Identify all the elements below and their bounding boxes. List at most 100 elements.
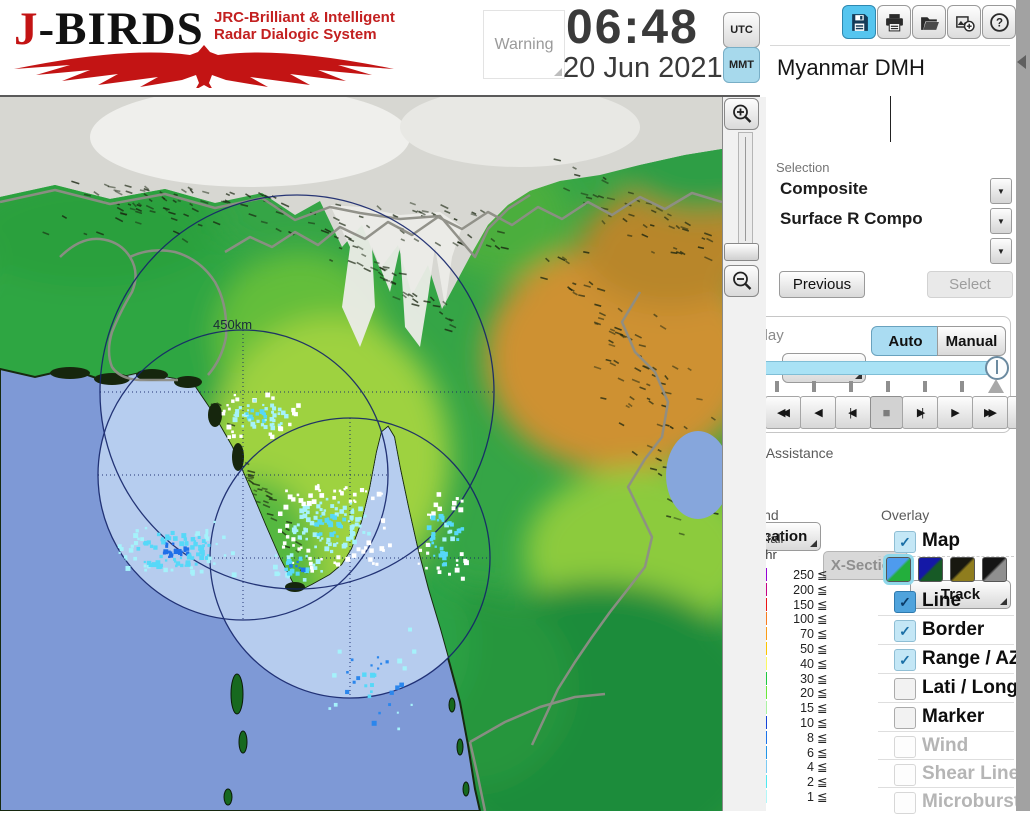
overlay-item-marker[interactable]: Marker xyxy=(880,706,1013,730)
step-forward-button[interactable]: ▶| xyxy=(902,396,938,429)
timezone-utc-button[interactable]: UTC xyxy=(723,12,760,48)
capture-icon xyxy=(954,12,975,33)
forward-fast-button[interactable]: ▶▶ xyxy=(972,396,1008,429)
chevron-down-icon[interactable]: ▼ xyxy=(990,208,1012,234)
slider-tick xyxy=(849,381,853,392)
header-split-line xyxy=(890,96,891,142)
legend-value: 1 xyxy=(770,790,814,804)
overlay-divider xyxy=(878,787,1014,788)
slider-tick xyxy=(775,381,779,392)
overlay-item-border[interactable]: ✓Border xyxy=(880,619,1013,643)
legend-leq-symbol: ≦ xyxy=(817,745,827,760)
overlay-item-map[interactable]: ✓ Map xyxy=(880,530,1013,554)
save-button[interactable] xyxy=(842,5,876,39)
rewind-fast-button[interactable]: ◀◀ xyxy=(765,396,801,429)
eagle-logo-graphic xyxy=(6,44,402,90)
print-button[interactable] xyxy=(877,5,911,39)
overlay-item-label: Wind xyxy=(922,735,968,757)
checkbox-checked-active[interactable]: ✓ xyxy=(894,591,916,613)
capture-button[interactable] xyxy=(947,5,981,39)
selection-dropdown-1[interactable]: Composite▼ xyxy=(776,178,1012,203)
overlay-item-microburst[interactable]: Microburst xyxy=(880,791,1013,815)
checkbox-disabled[interactable] xyxy=(894,764,916,786)
collapse-arrow-icon xyxy=(1017,55,1026,69)
checkbox-unchecked[interactable] xyxy=(894,707,916,729)
legend-value: 100 xyxy=(770,612,814,626)
checkbox-unchecked[interactable] xyxy=(894,678,916,700)
map-style-row xyxy=(886,557,1007,583)
select-button[interactable]: Select xyxy=(927,271,1013,298)
map-zoom-in-button[interactable] xyxy=(724,98,759,130)
overlay-divider xyxy=(878,644,1014,645)
svg-text:?: ? xyxy=(995,17,1002,29)
checkbox-checked[interactable]: ✓ xyxy=(894,531,916,553)
checkbox-checked[interactable]: ✓ xyxy=(894,620,916,642)
overlay-divider xyxy=(878,702,1014,703)
overlay-item-shear-line[interactable]: Shear Line xyxy=(880,763,1013,787)
chevron-down-icon[interactable]: ▼ xyxy=(990,178,1012,204)
magnifier-plus-icon xyxy=(731,103,753,125)
slider-tick xyxy=(812,381,816,392)
overlay-item-wind[interactable]: Wind xyxy=(880,735,1013,759)
legend-leq-symbol: ≦ xyxy=(817,715,827,730)
panel-collapse-strip[interactable] xyxy=(1016,0,1030,811)
checkbox-disabled[interactable] xyxy=(894,736,916,758)
step-back-button[interactable]: |◀ xyxy=(835,396,871,429)
map-style-swatch-4[interactable] xyxy=(982,557,1007,582)
timezone-mmt-button[interactable]: MMT xyxy=(723,47,760,83)
slider-tick xyxy=(886,381,890,392)
overlay-item-range-az[interactable]: ✓Range / AZ xyxy=(880,648,1013,672)
map-style-swatch-2[interactable] xyxy=(918,557,943,582)
overlay-item-lati-long[interactable]: Lati / Long xyxy=(880,677,1013,701)
range-marker-right[interactable] xyxy=(988,379,1004,393)
overlay-item-label: Marker xyxy=(922,706,984,728)
map-style-swatch-1[interactable] xyxy=(886,557,911,582)
replay-slider-track[interactable] xyxy=(740,361,998,375)
map-style-swatch-3[interactable] xyxy=(950,557,975,582)
clock-time: 06:48 xyxy=(566,0,699,55)
overlay-divider xyxy=(878,731,1014,732)
legend-leq-symbol: ≦ xyxy=(817,611,827,626)
legend-value: 50 xyxy=(770,642,814,656)
resize-corner-icon xyxy=(554,68,562,76)
replay-slider-handle[interactable] xyxy=(985,356,1009,380)
legend-value: 20 xyxy=(770,686,814,700)
legend-value: 8 xyxy=(770,731,814,745)
open-button[interactable] xyxy=(912,5,946,39)
legend-leq-symbol: ≦ xyxy=(817,641,827,656)
selection-dropdown-2[interactable]: Surface R Compo▼ xyxy=(776,208,1012,233)
overlay-item-line[interactable]: ✓ Line xyxy=(880,590,1013,614)
checkbox-checked[interactable]: ✓ xyxy=(894,649,916,671)
legend-value: 70 xyxy=(770,627,814,641)
radar-map-canvas[interactable]: 450km xyxy=(0,97,722,811)
help-button[interactable]: ? xyxy=(982,5,1016,39)
legend-leq-symbol: ≦ xyxy=(817,626,827,641)
replay-mode-manual-button[interactable]: Manual xyxy=(937,326,1006,356)
legend-value: 250 xyxy=(770,568,814,582)
fold-corner-icon xyxy=(810,540,817,547)
map-zoom-out-button[interactable] xyxy=(724,265,759,297)
selection-label: Selection xyxy=(776,160,829,175)
overlay-divider xyxy=(878,615,1014,616)
play-button[interactable]: ▶ xyxy=(937,396,973,429)
overlay-item-label: Range / AZ xyxy=(922,648,1021,670)
logo-tagline: JRC-Brilliant & Intelligent Radar Dialog… xyxy=(214,9,395,43)
replay-mode-auto-button[interactable]: Auto xyxy=(871,326,940,356)
station-name: Myanmar DMH xyxy=(777,55,925,81)
legend-leq-symbol: ≦ xyxy=(817,700,827,715)
previous-button[interactable]: Previous xyxy=(779,271,865,298)
legend-value: 150 xyxy=(770,598,814,612)
map-zoom-slider-handle[interactable] xyxy=(724,243,759,261)
play-reverse-button[interactable]: ◀ xyxy=(800,396,836,429)
print-icon xyxy=(884,12,905,33)
warning-button[interactable]: Warning xyxy=(483,10,565,79)
legend-value: 6 xyxy=(770,746,814,760)
chevron-down-icon[interactable]: ▼ xyxy=(990,238,1012,264)
overlay-item-label: Line xyxy=(922,590,961,612)
overlay-item-label: Map xyxy=(922,530,960,552)
map-zoom-slider-track[interactable] xyxy=(738,132,753,246)
stop-button[interactable]: ■ xyxy=(870,396,903,429)
selection-dropdown-3[interactable]: ▼ xyxy=(776,238,1012,263)
legend-value: 2 xyxy=(770,775,814,789)
slider-tick xyxy=(923,381,927,392)
